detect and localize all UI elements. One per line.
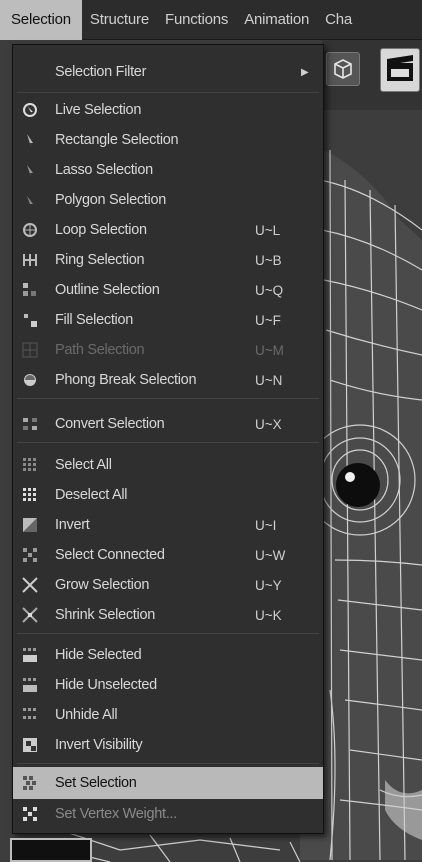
menu-item-label: Outline Selection	[55, 282, 160, 298]
separator	[17, 92, 319, 93]
menu-selection[interactable]: Selection	[0, 0, 82, 40]
menu-item-lasso-selection[interactable]: Lasso Selection	[13, 155, 323, 185]
shortcut-label: U~Y	[255, 577, 282, 593]
menu-item-grow-selection[interactable]: Grow Selection U~Y	[13, 570, 323, 600]
menu-item-set-vertex-weight[interactable]: Set Vertex Weight...	[13, 799, 323, 829]
select-connected-icon	[21, 546, 39, 564]
menu-item-label: Phong Break Selection	[55, 372, 197, 388]
menu-item-ring-selection[interactable]: Ring Selection U~B	[13, 245, 323, 275]
shortcut-label: U~N	[255, 372, 283, 388]
menu-item-label: Rectangle Selection	[55, 132, 179, 148]
menu-item-label: Grow Selection	[55, 577, 150, 593]
menu-item-label: Deselect All	[55, 487, 128, 503]
menu-item-label: Set Vertex Weight...	[55, 806, 177, 822]
menu-item-select-connected[interactable]: Select Connected U~W	[13, 540, 323, 570]
menu-character[interactable]: Cha	[317, 0, 360, 40]
menu-item-label: Invert	[55, 517, 90, 533]
menu-item-polygon-selection[interactable]: Polygon Selection	[13, 185, 323, 215]
set-selection-icon	[21, 774, 39, 792]
viewport-thumbnail[interactable]	[10, 838, 92, 862]
shortcut-label: U~K	[255, 607, 282, 623]
shortcut-label: U~X	[255, 416, 282, 432]
fill-selection-icon	[21, 311, 39, 329]
menu-item-invert-visibility[interactable]: Invert Visibility	[13, 730, 323, 760]
menu-item-label: Loop Selection	[55, 222, 147, 238]
menu-item-label: Shrink Selection	[55, 607, 155, 623]
invert-icon	[21, 516, 39, 534]
polygon-selection-icon	[21, 191, 39, 209]
separator	[17, 398, 319, 399]
menu-item-label: Lasso Selection	[55, 162, 153, 178]
menu-item-outline-selection[interactable]: Outline Selection U~Q	[13, 275, 323, 305]
phong-break-icon	[21, 371, 39, 389]
menu-item-label: Hide Selected	[55, 647, 142, 663]
menu-item-convert-selection[interactable]: Convert Selection U~X	[13, 409, 323, 439]
separator	[17, 763, 319, 764]
unhide-all-icon	[21, 706, 39, 724]
select-all-icon	[21, 456, 39, 474]
menu-item-label: Convert Selection	[55, 416, 165, 432]
shortcut-label: U~M	[255, 342, 284, 358]
menu-item-label: Unhide All	[55, 707, 118, 723]
deselect-all-icon	[21, 486, 39, 504]
separator	[17, 633, 319, 634]
menu-item-rectangle-selection[interactable]: Rectangle Selection	[13, 125, 323, 155]
menu-item-label: Live Selection	[55, 102, 142, 118]
shortcut-label: U~L	[255, 222, 281, 238]
toolbar	[322, 40, 422, 110]
menu-item-select-all[interactable]: Select All	[13, 450, 323, 480]
live-selection-icon	[21, 101, 39, 119]
menubar: Selection Structure Functions Animation …	[0, 0, 422, 40]
invert-visibility-icon	[21, 736, 39, 754]
menu-structure[interactable]: Structure	[82, 0, 157, 40]
menu-item-label: Selection Filter	[55, 64, 147, 80]
shortcut-label: U~Q	[255, 282, 284, 298]
menu-item-label: Select Connected	[55, 547, 165, 563]
menu-item-label: Hide Unselected	[55, 677, 157, 693]
shortcut-label: U~F	[255, 312, 281, 328]
menu-item-label: Invert Visibility	[55, 737, 143, 753]
hide-selected-icon	[21, 646, 39, 664]
menu-item-loop-selection[interactable]: Loop Selection U~L	[13, 215, 323, 245]
menu-animation[interactable]: Animation	[236, 0, 317, 40]
menu-item-shrink-selection[interactable]: Shrink Selection U~K	[13, 600, 323, 630]
set-vertex-weight-icon	[21, 805, 39, 823]
grow-selection-icon	[21, 576, 39, 594]
menu-item-label: Fill Selection	[55, 312, 133, 328]
shrink-selection-icon	[21, 606, 39, 624]
menu-item-phong-break-selection[interactable]: Phong Break Selection U~N	[13, 365, 323, 395]
menu-functions[interactable]: Functions	[157, 0, 236, 40]
shortcut-label: U~W	[255, 547, 286, 563]
hide-unselected-icon	[21, 676, 39, 694]
menu-item-label: Set Selection	[55, 775, 137, 791]
ring-selection-icon	[21, 251, 39, 269]
menu-item-live-selection[interactable]: Live Selection	[13, 95, 323, 125]
separator	[17, 442, 319, 443]
menu-item-fill-selection[interactable]: Fill Selection U~F	[13, 305, 323, 335]
lasso-selection-icon	[21, 161, 39, 179]
outline-selection-icon	[21, 281, 39, 299]
rectangle-selection-icon	[21, 131, 39, 149]
menu-item-label: Select All	[55, 457, 112, 473]
menu-item-label: Ring Selection	[55, 252, 145, 268]
shortcut-label: U~B	[255, 252, 282, 268]
menu-item-hide-selected[interactable]: Hide Selected	[13, 640, 323, 670]
menu-item-selection-filter[interactable]: Selection Filter ▶	[13, 57, 323, 87]
selection-menu: Selection Filter ▶ Live Selection Rectan…	[12, 44, 324, 834]
menu-item-hide-unselected[interactable]: Hide Unselected	[13, 670, 323, 700]
convert-selection-icon	[21, 415, 39, 433]
submenu-arrow-icon: ▶	[301, 66, 309, 78]
menu-item-path-selection: Path Selection U~M	[13, 335, 323, 365]
loop-selection-icon	[21, 221, 39, 239]
render-clapper-icon[interactable]	[380, 48, 420, 92]
cube-icon[interactable]	[326, 52, 360, 86]
menu-item-label: Path Selection	[55, 342, 145, 358]
menu-item-deselect-all[interactable]: Deselect All	[13, 480, 323, 510]
shortcut-label: U~I	[255, 517, 277, 533]
menu-item-invert[interactable]: Invert U~I	[13, 510, 323, 540]
menu-item-label: Polygon Selection	[55, 192, 166, 208]
path-selection-icon	[21, 341, 39, 359]
menu-item-unhide-all[interactable]: Unhide All	[13, 700, 323, 730]
menu-item-set-selection[interactable]: Set Selection	[13, 767, 323, 799]
